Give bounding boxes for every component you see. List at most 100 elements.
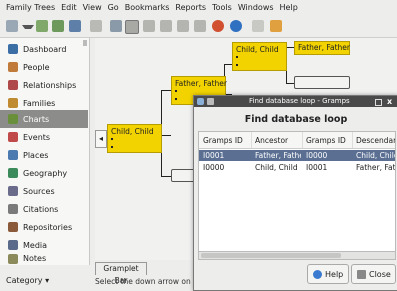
dashboard-icon — [8, 44, 18, 54]
home-icon[interactable] — [69, 20, 81, 32]
find-loop-dialog: Find database loop - Gramps x Find datab… — [193, 95, 397, 291]
sidebar-item-label: Notes — [23, 254, 47, 263]
cell: I0001 — [203, 151, 225, 160]
menu-windows[interactable]: Windows — [235, 3, 277, 12]
column-header-gramps-id[interactable]: Gramps ID — [203, 136, 243, 145]
fan-view-icon[interactable] — [143, 20, 155, 32]
birth-marker-icon — [175, 90, 177, 92]
person-name: Child, Child — [236, 45, 279, 54]
category-label: Category ▾ — [6, 276, 50, 285]
toolbar — [0, 15, 397, 38]
pedigree-view-icon[interactable] — [125, 20, 139, 34]
sidebar-item-label: People — [23, 62, 50, 72]
sidebar-item-relationships[interactable]: Relationships — [0, 76, 88, 94]
menu-go[interactable]: Go — [105, 3, 122, 12]
scrollbar-thumb[interactable] — [201, 253, 341, 258]
sidebar-item-notes[interactable]: Notes — [0, 252, 88, 265]
menu-bookmarks[interactable]: Bookmarks — [122, 3, 173, 12]
sidebar-item-citations[interactable]: Citations — [0, 200, 88, 218]
forward-icon[interactable] — [36, 20, 48, 32]
horizontal-scrollbar[interactable] — [198, 251, 396, 260]
view-icon[interactable] — [110, 20, 122, 32]
person-name: Father, Father — [175, 79, 227, 88]
person-box[interactable]: Child, Child — [107, 124, 162, 153]
menu-view[interactable]: View — [80, 3, 105, 12]
birth-marker-icon — [111, 138, 113, 140]
sidebar-item-label: Relationships — [23, 80, 77, 90]
maximize-icon[interactable] — [375, 99, 382, 106]
menu-tools[interactable]: Tools — [209, 3, 235, 12]
sidebar-item-geography[interactable]: Geography — [0, 164, 88, 182]
connector-line — [286, 83, 294, 84]
sidebar-item-label: Sources — [23, 186, 55, 196]
back-icon[interactable] — [6, 20, 18, 32]
menu-family-trees[interactable]: Family Trees — [0, 3, 58, 12]
connector-line — [161, 135, 171, 136]
help-button-label: Help — [325, 269, 344, 279]
report-icon[interactable] — [252, 20, 264, 32]
close-icon — [357, 269, 366, 279]
menu-edit[interactable]: Edit — [58, 3, 80, 12]
column-header-ancestor[interactable]: Ancestor — [255, 136, 288, 145]
dialog-heading: Find database loop — [244, 114, 348, 125]
close-window-icon[interactable]: x — [387, 96, 392, 107]
menu-reports[interactable]: Reports — [172, 3, 209, 12]
column-header-gramps-id-2[interactable]: Gramps ID — [306, 136, 346, 145]
cell: Father, Father — [255, 151, 301, 160]
help-button[interactable]: Help — [307, 264, 349, 284]
menubar: Family Trees Edit View Go Bookmarks Repo… — [0, 0, 397, 15]
sidebar-item-dashboard[interactable]: Dashboard — [0, 40, 88, 58]
sidebar-item-label: Places — [23, 150, 49, 160]
config-icon[interactable] — [230, 20, 242, 32]
table-row[interactable]: I0001 Father, Father I0000 Child, Child — [199, 150, 395, 161]
sidebar-item-repositories[interactable]: Repositories — [0, 218, 88, 236]
person-box[interactable]: Father, Father — [294, 41, 350, 55]
ancestry-icon[interactable] — [194, 20, 206, 32]
people-icon — [8, 62, 18, 72]
connector-line — [161, 90, 171, 91]
person-box[interactable]: Child, Child — [232, 42, 287, 71]
sidebar-item-label: Events — [23, 132, 51, 142]
gramplet-bar-tab[interactable]: Gramplet Bar — [95, 262, 147, 285]
cell: I0000 — [306, 151, 328, 160]
cell: Father, Fath — [356, 163, 395, 172]
person-name: Father, Father — [298, 43, 350, 52]
events-icon — [8, 132, 18, 142]
sidebar-scroll-arrow-icon[interactable] — [83, 40, 87, 46]
sidebar-item-label: Families — [23, 98, 56, 108]
sidebar-item-label: Dashboard — [23, 44, 67, 54]
sidebar-item-people[interactable]: People — [0, 58, 88, 76]
sidebar-item-charts[interactable]: Charts — [0, 110, 88, 128]
repositories-icon — [8, 222, 18, 232]
category-selector[interactable]: Category ▾ — [0, 272, 89, 289]
help-icon — [313, 269, 322, 279]
copy-icon[interactable] — [90, 20, 102, 32]
families-icon — [8, 98, 18, 108]
sidebar-item-events[interactable]: Events — [0, 128, 88, 146]
birth-marker-icon — [236, 56, 238, 58]
charts-icon — [8, 114, 18, 124]
sources-icon — [8, 186, 18, 196]
table-row[interactable]: I0000 Child, Child I0001 Father, Fath — [199, 162, 395, 173]
empty-person-box[interactable] — [294, 76, 350, 89]
menu-help[interactable]: Help — [277, 3, 301, 12]
chart-color-icon[interactable] — [212, 20, 224, 32]
dropdown-arrow-icon[interactable] — [22, 25, 34, 29]
descendant-fan-icon[interactable] — [160, 20, 172, 32]
window-menu-icon[interactable] — [207, 98, 214, 105]
sidebar-item-label: Citations — [23, 204, 59, 214]
sidebar-item-places[interactable]: Places — [0, 146, 88, 164]
sidebar: Dashboard People Relationships Families … — [0, 38, 90, 265]
dialog-titlebar[interactable]: Find database loop - Gramps x — [194, 96, 397, 107]
close-button-label: Close — [369, 269, 391, 279]
death-marker-icon — [175, 98, 177, 100]
nav-left-arrow-icon[interactable]: ◂ — [95, 130, 107, 148]
table-header: Gramps ID Ancestor Gramps ID Descendar — [199, 132, 395, 149]
next-icon[interactable] — [52, 20, 64, 32]
close-button[interactable]: Close — [351, 264, 396, 284]
tool-icon[interactable] — [270, 20, 282, 32]
column-header-descendant[interactable]: Descendar — [356, 136, 395, 145]
two-way-fan-icon[interactable] — [177, 20, 189, 32]
sidebar-item-sources[interactable]: Sources — [0, 182, 88, 200]
relationships-icon — [8, 80, 18, 90]
